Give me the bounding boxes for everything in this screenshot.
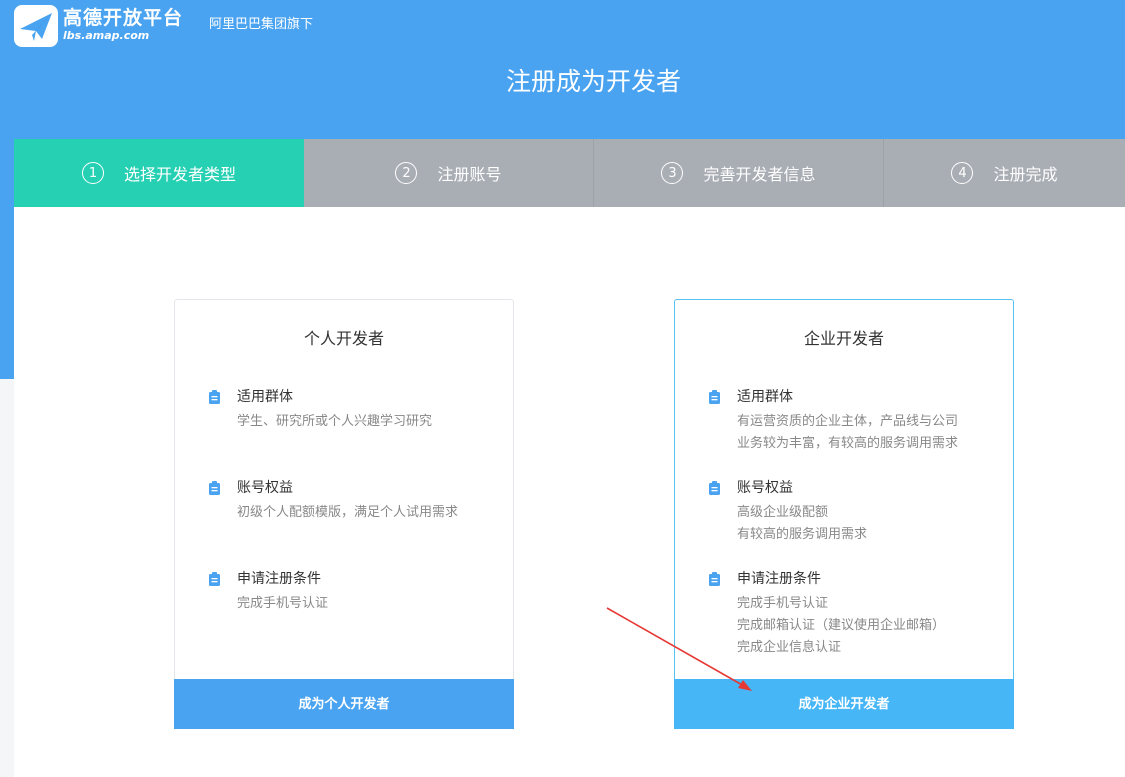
section-line: 完成手机号认证 (237, 596, 329, 611)
clipboard-icon (209, 481, 220, 495)
section-line: 业务较为丰富，有较高的服务调用需求 (737, 436, 959, 451)
step-2[interactable]: 2 注册账号 (304, 139, 594, 207)
section-line: 有运营资质的企业主体，产品线与公司 (737, 414, 959, 429)
section-line: 完成邮箱认证（建议使用企业邮箱） (737, 618, 946, 633)
section-audience: 适用群体 学生、研究所或个人兴趣学习研究 (209, 387, 499, 433)
step-label: 选择开发者类型 (123, 165, 236, 184)
step-number: 4 (951, 162, 974, 184)
brand-domain: lbs.amap.com (63, 29, 150, 42)
personal-developer-card[interactable]: 个人开发者 适用群体 学生、研究所或个人兴趣学习研究 账号权益 初级个人配额模版… (174, 299, 514, 729)
annotation-arrow-icon (606, 607, 752, 691)
card-title: 企业开发者 (803, 329, 884, 348)
section-heading: 申请注册条件 (237, 571, 321, 587)
section-audience: 适用群体 有运营资质的企业主体，产品线与公司 业务较为丰富，有较高的服务调用需求 (709, 387, 999, 455)
section-line: 完成手机号认证 (737, 596, 829, 611)
clipboard-icon (209, 572, 220, 586)
clipboard-icon (709, 481, 720, 495)
section-heading: 申请注册条件 (737, 571, 821, 587)
section-heading: 适用群体 (737, 389, 793, 405)
step-number: 2 (395, 162, 418, 184)
brand-name[interactable]: 高德开放平台 (63, 7, 183, 29)
header-side-strip (0, 139, 14, 379)
step-3[interactable]: 3 完善开发者信息 (594, 139, 884, 207)
step-progress: 1 选择开发者类型 2 注册账号 3 完善开发者信息 4 注册完成 (14, 139, 1125, 207)
card-title: 个人开发者 (303, 329, 384, 348)
step-4[interactable]: 4 注册完成 (884, 139, 1125, 207)
section-benefits: 账号权益 初级个人配额模版，满足个人试用需求 (209, 478, 499, 524)
section-heading: 适用群体 (237, 389, 293, 405)
become-personal-developer-button[interactable]: 成为个人开发者 (174, 679, 514, 729)
section-line: 高级企业级配额 (737, 505, 829, 520)
section-requirements: 申请注册条件 完成手机号认证 (209, 569, 499, 615)
step-1[interactable]: 1 选择开发者类型 (14, 139, 304, 207)
section-heading: 账号权益 (737, 480, 793, 496)
step-number: 1 (81, 162, 104, 184)
step-label: 注册完成 (993, 165, 1058, 184)
section-line: 完成企业信息认证 (737, 640, 842, 655)
step-number: 3 (661, 162, 684, 184)
clipboard-icon (709, 572, 720, 586)
section-benefits: 账号权益 高级企业级配额 有较高的服务调用需求 (709, 478, 999, 546)
section-heading: 账号权益 (237, 480, 293, 496)
page-title: 注册成为开发者 (505, 67, 681, 96)
section-line: 学生、研究所或个人兴趣学习研究 (237, 414, 433, 429)
brand-group: 阿里巴巴集团旗下 (209, 17, 314, 32)
step-label: 注册账号 (437, 165, 502, 184)
step-label: 完善开发者信息 (703, 165, 816, 184)
clipboard-icon (709, 390, 720, 404)
logo[interactable] (14, 5, 58, 47)
clipboard-icon (209, 390, 220, 404)
section-line: 初级个人配额模版，满足个人试用需求 (237, 505, 459, 520)
paper-plane-icon (20, 13, 52, 41)
section-line: 有较高的服务调用需求 (737, 527, 868, 542)
